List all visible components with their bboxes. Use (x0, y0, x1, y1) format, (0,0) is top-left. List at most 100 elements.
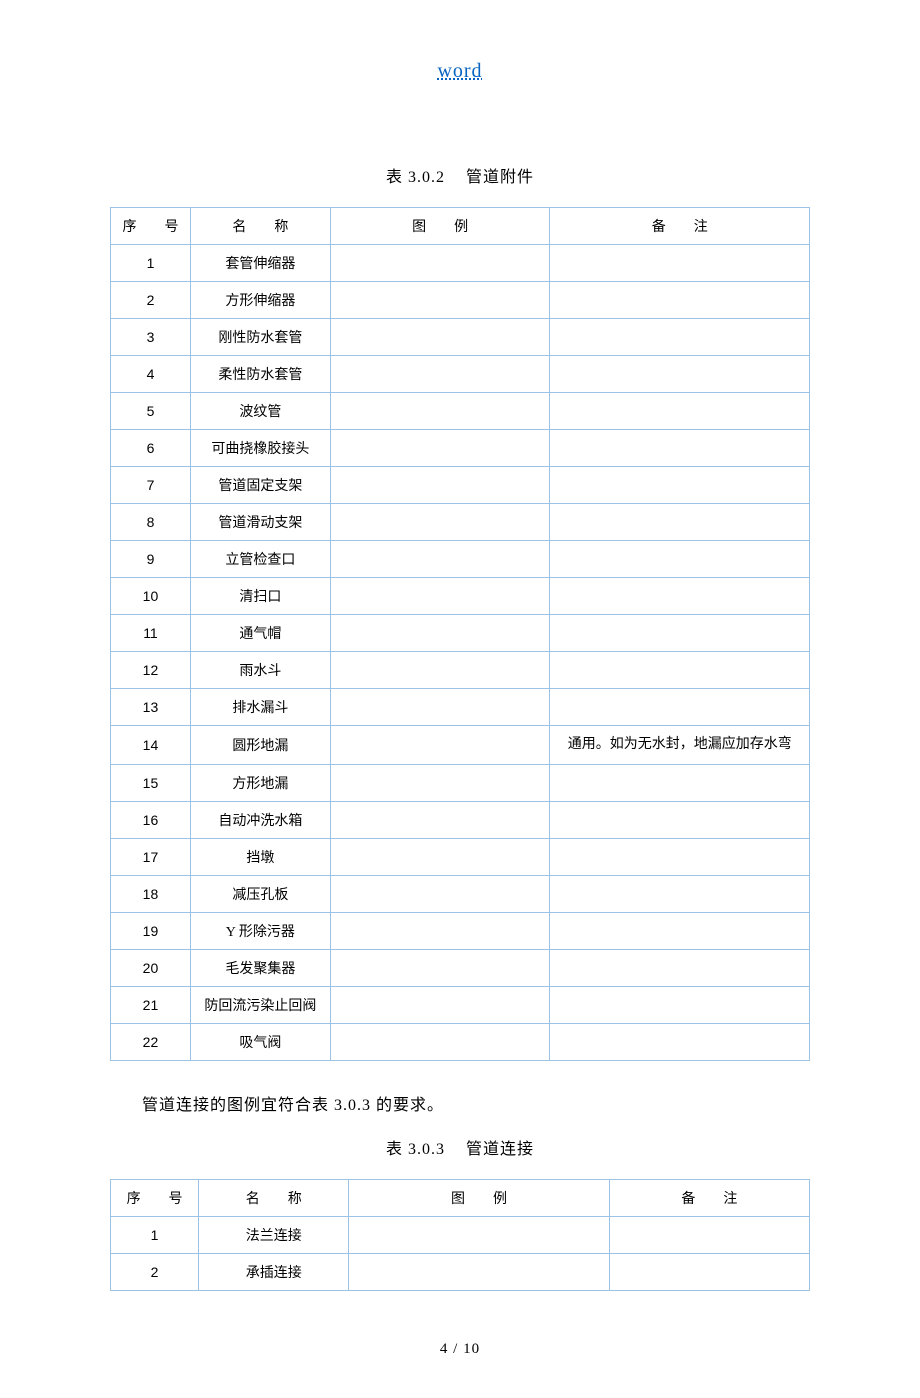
cell-figure (349, 1217, 609, 1254)
cell-figure (330, 578, 550, 615)
cell-num: 18 (111, 876, 191, 913)
header-num: 序 号 (111, 1180, 199, 1217)
header-name: 名 称 (190, 208, 330, 245)
cell-num: 10 (111, 578, 191, 615)
cell-name: 毛发聚集器 (190, 950, 330, 987)
cell-figure (330, 430, 550, 467)
cell-figure (330, 950, 550, 987)
table-header-row: 序 号 名 称 图 例 备 注 (111, 208, 810, 245)
cell-name: Y 形除污器 (190, 913, 330, 950)
cell-num: 17 (111, 839, 191, 876)
cell-figure (330, 282, 550, 319)
cell-note (550, 987, 810, 1024)
table-header-row: 序 号 名 称 图 例 备 注 (111, 1180, 810, 1217)
table-1-number: 表 3.0.2 (386, 169, 445, 186)
table-row: 12雨水斗 (111, 652, 810, 689)
cell-name: 刚性防水套管 (190, 319, 330, 356)
cell-figure (330, 802, 550, 839)
table-row: 4柔性防水套管 (111, 356, 810, 393)
cell-figure (330, 467, 550, 504)
header-num: 序 号 (111, 208, 191, 245)
cell-num: 7 (111, 467, 191, 504)
cell-note (550, 689, 810, 726)
table-1-title: 表 3.0.2 管道附件 (0, 163, 920, 187)
cell-figure (330, 356, 550, 393)
table-row: 10清扫口 (111, 578, 810, 615)
cell-num: 14 (111, 726, 191, 765)
table-row: 14圆形地漏 通用。如为无水封，地漏应加存水弯 (111, 726, 810, 765)
cell-figure (330, 652, 550, 689)
table-row: 17挡墩 (111, 839, 810, 876)
cell-note (550, 430, 810, 467)
cell-name: 波纹管 (190, 393, 330, 430)
cell-note (550, 467, 810, 504)
cell-note (550, 765, 810, 802)
cell-name: 清扫口 (190, 578, 330, 615)
cell-name: 柔性防水套管 (190, 356, 330, 393)
table-row: 1法兰连接 (111, 1217, 810, 1254)
cell-note: 通用。如为无水封，地漏应加存水弯 (550, 726, 810, 765)
cell-name: 方形伸缩器 (190, 282, 330, 319)
table-pipe-connection: 序 号 名 称 图 例 备 注 1法兰连接2承插连接 (110, 1179, 810, 1291)
cell-num: 11 (111, 615, 191, 652)
table-row: 18减压孔板 (111, 876, 810, 913)
cell-num: 6 (111, 430, 191, 467)
cell-name: 立管检查口 (190, 541, 330, 578)
cell-num: 5 (111, 393, 191, 430)
header-fig: 图 例 (349, 1180, 609, 1217)
table-row: 6可曲挠橡胶接头 (111, 430, 810, 467)
cell-num: 2 (111, 282, 191, 319)
cell-name: 排水漏斗 (190, 689, 330, 726)
cell-num: 8 (111, 504, 191, 541)
cell-figure (330, 689, 550, 726)
cell-num: 9 (111, 541, 191, 578)
cell-name: 通气帽 (190, 615, 330, 652)
table-row: 20毛发聚集器 (111, 950, 810, 987)
table-2-title: 表 3.0.3 管道连接 (0, 1135, 920, 1159)
cell-num: 16 (111, 802, 191, 839)
cell-note (550, 393, 810, 430)
table-row: 13排水漏斗 (111, 689, 810, 726)
cell-figure (330, 245, 550, 282)
cell-note (550, 578, 810, 615)
cell-note (550, 876, 810, 913)
page-footer: 4 / 10 (0, 1341, 920, 1358)
cell-note (550, 356, 810, 393)
cell-figure (330, 393, 550, 430)
table-row: 7管道固定支架 (111, 467, 810, 504)
cell-name: 雨水斗 (190, 652, 330, 689)
cell-name: 套管伸缩器 (190, 245, 330, 282)
table-1-caption: 管道附件 (466, 169, 534, 186)
header-link-text[interactable]: word (437, 60, 482, 82)
cell-figure (330, 726, 550, 765)
cell-figure (330, 913, 550, 950)
cell-figure (330, 765, 550, 802)
header-note: 备 注 (609, 1180, 809, 1217)
cell-num: 21 (111, 987, 191, 1024)
table-row: 2方形伸缩器 (111, 282, 810, 319)
cell-num: 1 (111, 245, 191, 282)
cell-name: 自动冲洗水箱 (190, 802, 330, 839)
cell-figure (330, 987, 550, 1024)
cell-num: 2 (111, 1254, 199, 1291)
cell-note (550, 950, 810, 987)
cell-figure (330, 839, 550, 876)
cell-num: 15 (111, 765, 191, 802)
cell-note (550, 282, 810, 319)
cell-figure (330, 504, 550, 541)
cell-name: 减压孔板 (190, 876, 330, 913)
cell-note (550, 615, 810, 652)
table-row: 3刚性防水套管 (111, 319, 810, 356)
cell-name: 圆形地漏 (190, 726, 330, 765)
table-row: 5波纹管 (111, 393, 810, 430)
cell-note (550, 319, 810, 356)
cell-name: 管道滑动支架 (190, 504, 330, 541)
cell-name: 承插连接 (199, 1254, 349, 1291)
cell-name: 可曲挠橡胶接头 (190, 430, 330, 467)
cell-note (550, 504, 810, 541)
table-row: 16自动冲洗水箱 (111, 802, 810, 839)
table-row: 15方形地漏 (111, 765, 810, 802)
header-fig: 图 例 (330, 208, 550, 245)
cell-name: 法兰连接 (199, 1217, 349, 1254)
table-row: 19Y 形除污器 (111, 913, 810, 950)
